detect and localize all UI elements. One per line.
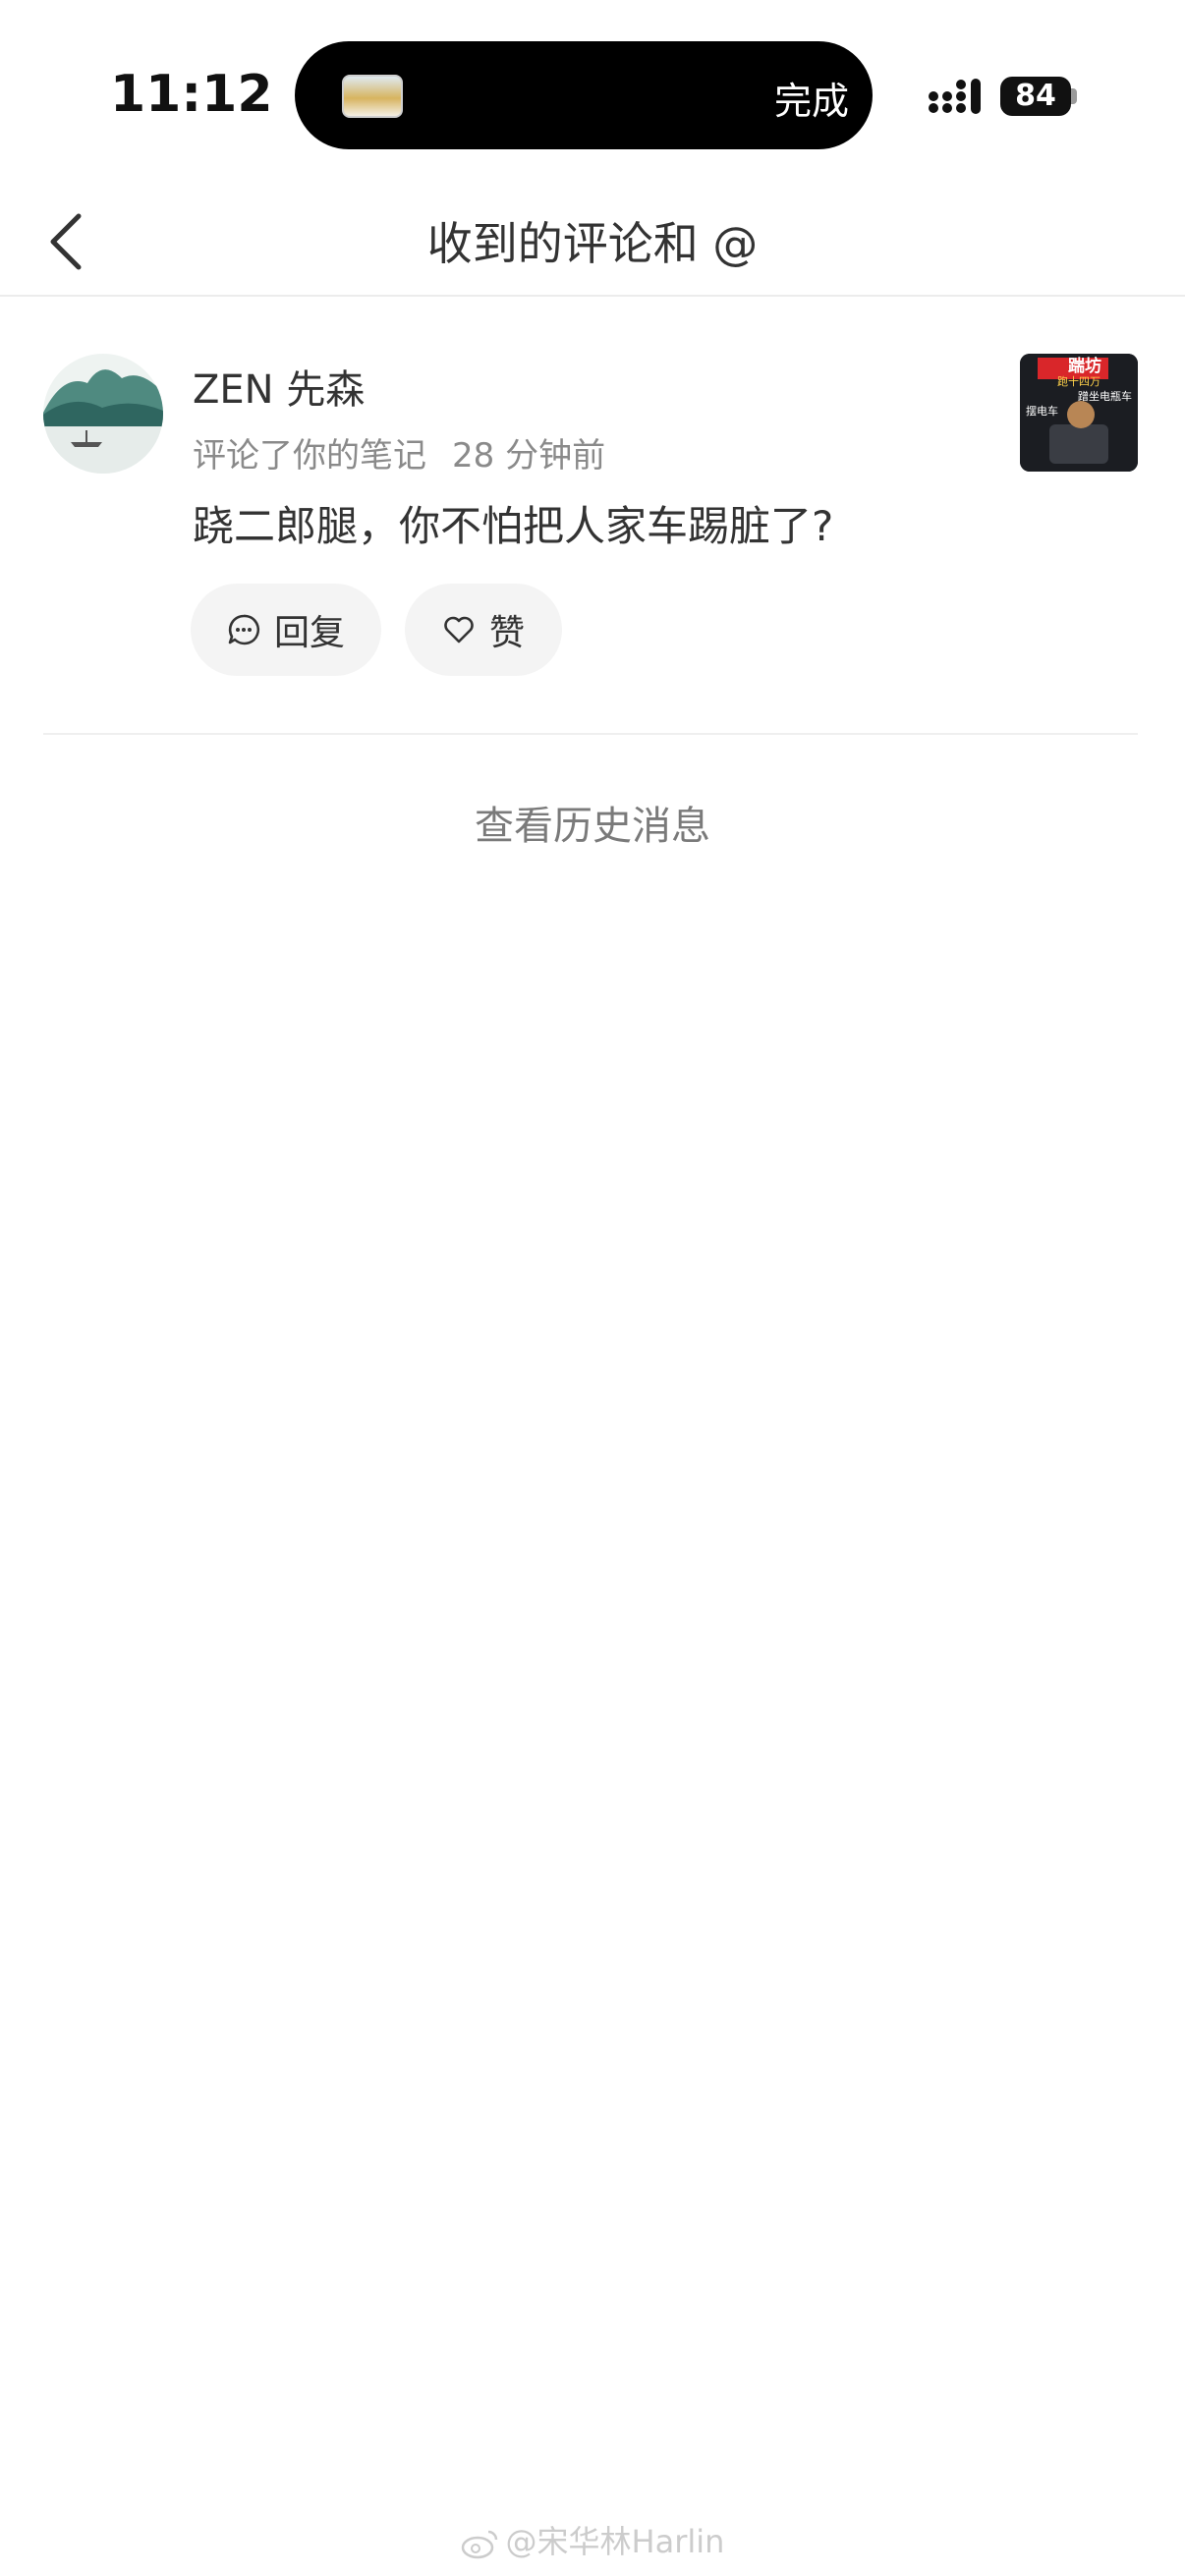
avatar[interactable] — [43, 354, 163, 474]
view-history-link[interactable]: 查看历史消息 — [0, 794, 1185, 851]
note-thumbnail-text: 踹坊 跑十四万 蹭坐电瓶车 摆电车 — [1020, 354, 1138, 472]
status-time: 11:12 — [110, 65, 273, 124]
battery-level: 84 — [1015, 79, 1056, 113]
status-bar: 11:12 完成 84 — [0, 0, 1185, 187]
note-thumbnail[interactable]: 踹坊 跑十四万 蹭坐电瓶车 摆电车 — [1020, 354, 1138, 472]
thumb-text-line2: 跑十四万 — [1057, 375, 1100, 388]
page-title: 收到的评论和 @ — [426, 217, 759, 270]
comment-bubble-icon — [228, 614, 260, 645]
reply-button-label: 回复 — [273, 613, 345, 653]
comment-text: 跷二郎腿，你不怕把人家车踢脏了? — [193, 502, 834, 550]
weibo-logo-icon — [461, 2530, 497, 2559]
thumb-text-line4: 摆电车 — [1026, 405, 1058, 418]
battery-icon: 84 — [1000, 77, 1071, 116]
like-button-label: 赞 — [488, 613, 525, 653]
signal-icon — [929, 79, 981, 114]
reply-button[interactable]: 回复 — [191, 584, 381, 676]
watermark-text: @宋华林Harlin — [505, 2523, 725, 2560]
like-button[interactable]: 赞 — [405, 584, 562, 676]
comment-time-ago: 28 分钟前 — [452, 436, 606, 476]
comment-meta: 评论了你的笔记 28 分钟前 — [193, 428, 605, 476]
comment-author-name[interactable]: ZEN 先森 — [193, 358, 365, 415]
thumb-text-line3: 蹭坐电瓶车 — [1078, 390, 1132, 403]
island-media-thumbnail — [342, 75, 403, 118]
heart-icon — [444, 616, 474, 644]
watermark: @宋华林Harlin — [0, 2517, 1185, 2562]
divider — [43, 733, 1138, 735]
avatar-landscape-image — [43, 354, 163, 474]
dynamic-island[interactable]: 完成 — [295, 41, 873, 149]
comment-action-text: 评论了你的笔记 — [193, 436, 426, 476]
screen: 11:12 完成 84 收到的评论和 @ ZEN 先森 评论了你的笔记 28 分… — [0, 0, 1185, 2576]
comment-notification[interactable]: ZEN 先森 评论了你的笔记 28 分钟前 跷二郎腿，你不怕把人家车踢脏了? 回复… — [0, 297, 1185, 735]
thumb-text-line1: 踹坊 — [1068, 357, 1101, 376]
battery-tip — [1071, 88, 1077, 104]
island-done-button[interactable]: 完成 — [774, 71, 849, 125]
nav-bar: 收到的评论和 @ — [0, 187, 1185, 297]
